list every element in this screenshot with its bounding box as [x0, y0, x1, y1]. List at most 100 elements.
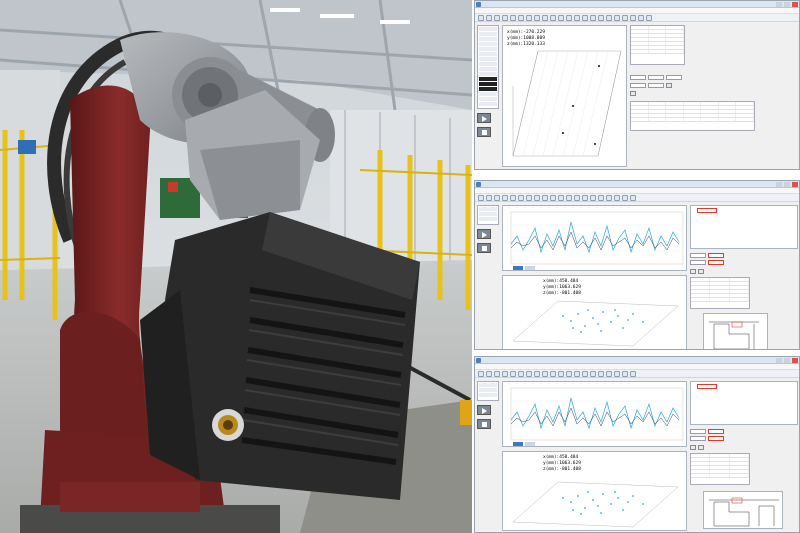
action-button[interactable]: [690, 269, 696, 274]
close-icon[interactable]: [792, 358, 798, 363]
list-item[interactable]: [479, 383, 497, 387]
toolbar-icon[interactable]: [518, 371, 524, 377]
list-item[interactable]: [479, 47, 497, 51]
input-field[interactable]: [648, 83, 664, 88]
toolbar-icon[interactable]: [558, 15, 564, 21]
list-item[interactable]: [479, 217, 497, 221]
toolbar-icon[interactable]: [598, 195, 604, 201]
input-field[interactable]: [630, 83, 646, 88]
action-button[interactable]: [698, 445, 704, 450]
toolbar-icon[interactable]: [590, 195, 596, 201]
toolbar-icon[interactable]: [574, 371, 580, 377]
action-button[interactable]: [666, 83, 672, 88]
toolbar-icon[interactable]: [478, 371, 484, 377]
toolbar-icon[interactable]: [526, 371, 532, 377]
list-item[interactable]: [479, 82, 497, 86]
toolbar-icon[interactable]: [606, 15, 612, 21]
toolbar-icon[interactable]: [486, 371, 492, 377]
table-row[interactable]: [631, 50, 685, 54]
toolbar-icon[interactable]: [582, 371, 588, 377]
maximize-icon[interactable]: [784, 358, 790, 363]
maximize-icon[interactable]: [784, 182, 790, 187]
list-item[interactable]: [479, 42, 497, 46]
list-item[interactable]: [479, 77, 497, 81]
result-table[interactable]: [690, 453, 750, 485]
toolbar-icon[interactable]: [582, 15, 588, 21]
toolbar-icon[interactable]: [590, 15, 596, 21]
highlighted-input-field[interactable]: [708, 253, 724, 258]
toolbar-icon[interactable]: [502, 15, 508, 21]
toolbar-icon[interactable]: [614, 15, 620, 21]
play-button[interactable]: [477, 113, 491, 123]
stop-button[interactable]: [477, 419, 491, 429]
input-field[interactable]: [666, 75, 682, 80]
minimize-icon[interactable]: [776, 182, 782, 187]
list-item[interactable]: [479, 27, 497, 31]
toolbar-icon[interactable]: [510, 195, 516, 201]
result-table[interactable]: [690, 277, 750, 309]
list-item[interactable]: [479, 57, 497, 61]
play-button[interactable]: [477, 405, 491, 415]
table-row[interactable]: [691, 298, 749, 302]
toolbar-icon[interactable]: [622, 15, 628, 21]
program-list[interactable]: [477, 25, 499, 109]
toolbar-icon[interactable]: [590, 371, 596, 377]
list-item[interactable]: [479, 102, 497, 106]
toolbar-icon[interactable]: [526, 195, 532, 201]
stop-button[interactable]: [477, 243, 491, 253]
toolbar-icon[interactable]: [534, 15, 540, 21]
toolbar-icon[interactable]: [494, 371, 500, 377]
toolbar-icon[interactable]: [550, 371, 556, 377]
minimize-icon[interactable]: [776, 358, 782, 363]
toolbar-icon[interactable]: [510, 15, 516, 21]
toolbar-icon[interactable]: [550, 195, 556, 201]
toolbar-icon[interactable]: [566, 15, 572, 21]
stop-button[interactable]: [477, 127, 491, 137]
close-icon[interactable]: [792, 2, 798, 7]
toolbar-icon[interactable]: [566, 195, 572, 201]
list-item[interactable]: [479, 87, 497, 91]
toolbar-icon[interactable]: [606, 371, 612, 377]
toolbar-icon[interactable]: [542, 15, 548, 21]
list-item[interactable]: [479, 52, 497, 56]
maximize-icon[interactable]: [784, 2, 790, 7]
toolbar-icon[interactable]: [630, 195, 636, 201]
toolbar-icon[interactable]: [486, 195, 492, 201]
input-field[interactable]: [648, 75, 664, 80]
highlighted-input-field[interactable]: [708, 260, 724, 265]
result-table[interactable]: [630, 101, 755, 131]
table-row[interactable]: [691, 474, 749, 478]
list-item[interactable]: [479, 37, 497, 41]
toolbar-icon[interactable]: [622, 195, 628, 201]
play-button[interactable]: [477, 229, 491, 239]
toolbar-icon[interactable]: [518, 195, 524, 201]
toolbar-icon[interactable]: [534, 195, 540, 201]
toolbar-icon[interactable]: [486, 15, 492, 21]
toolbar-icon[interactable]: [598, 371, 604, 377]
input-field[interactable]: [690, 260, 706, 265]
toolbar-icon[interactable]: [598, 15, 604, 21]
list-item[interactable]: [479, 67, 497, 71]
toolbar-icon[interactable]: [574, 195, 580, 201]
toolbar-icon[interactable]: [502, 371, 508, 377]
toolbar-icon[interactable]: [518, 15, 524, 21]
toolbar-icon[interactable]: [550, 15, 556, 21]
toolbar-icon[interactable]: [606, 195, 612, 201]
list-item[interactable]: [479, 212, 497, 216]
parameter-table[interactable]: [630, 25, 685, 65]
close-icon[interactable]: [792, 182, 798, 187]
list-item[interactable]: [479, 388, 497, 392]
list-item[interactable]: [479, 97, 497, 101]
toolbar-icon[interactable]: [542, 195, 548, 201]
toolbar-icon[interactable]: [542, 371, 548, 377]
list-item[interactable]: [479, 92, 497, 96]
toolbar-icon[interactable]: [582, 195, 588, 201]
toolbar-icon[interactable]: [510, 371, 516, 377]
toolbar-icon[interactable]: [638, 15, 644, 21]
toolbar-icon[interactable]: [574, 15, 580, 21]
toolbar-icon[interactable]: [566, 371, 572, 377]
input-field[interactable]: [690, 253, 706, 258]
input-field[interactable]: [690, 436, 706, 441]
list-item[interactable]: [479, 72, 497, 76]
toolbar-icon[interactable]: [614, 371, 620, 377]
